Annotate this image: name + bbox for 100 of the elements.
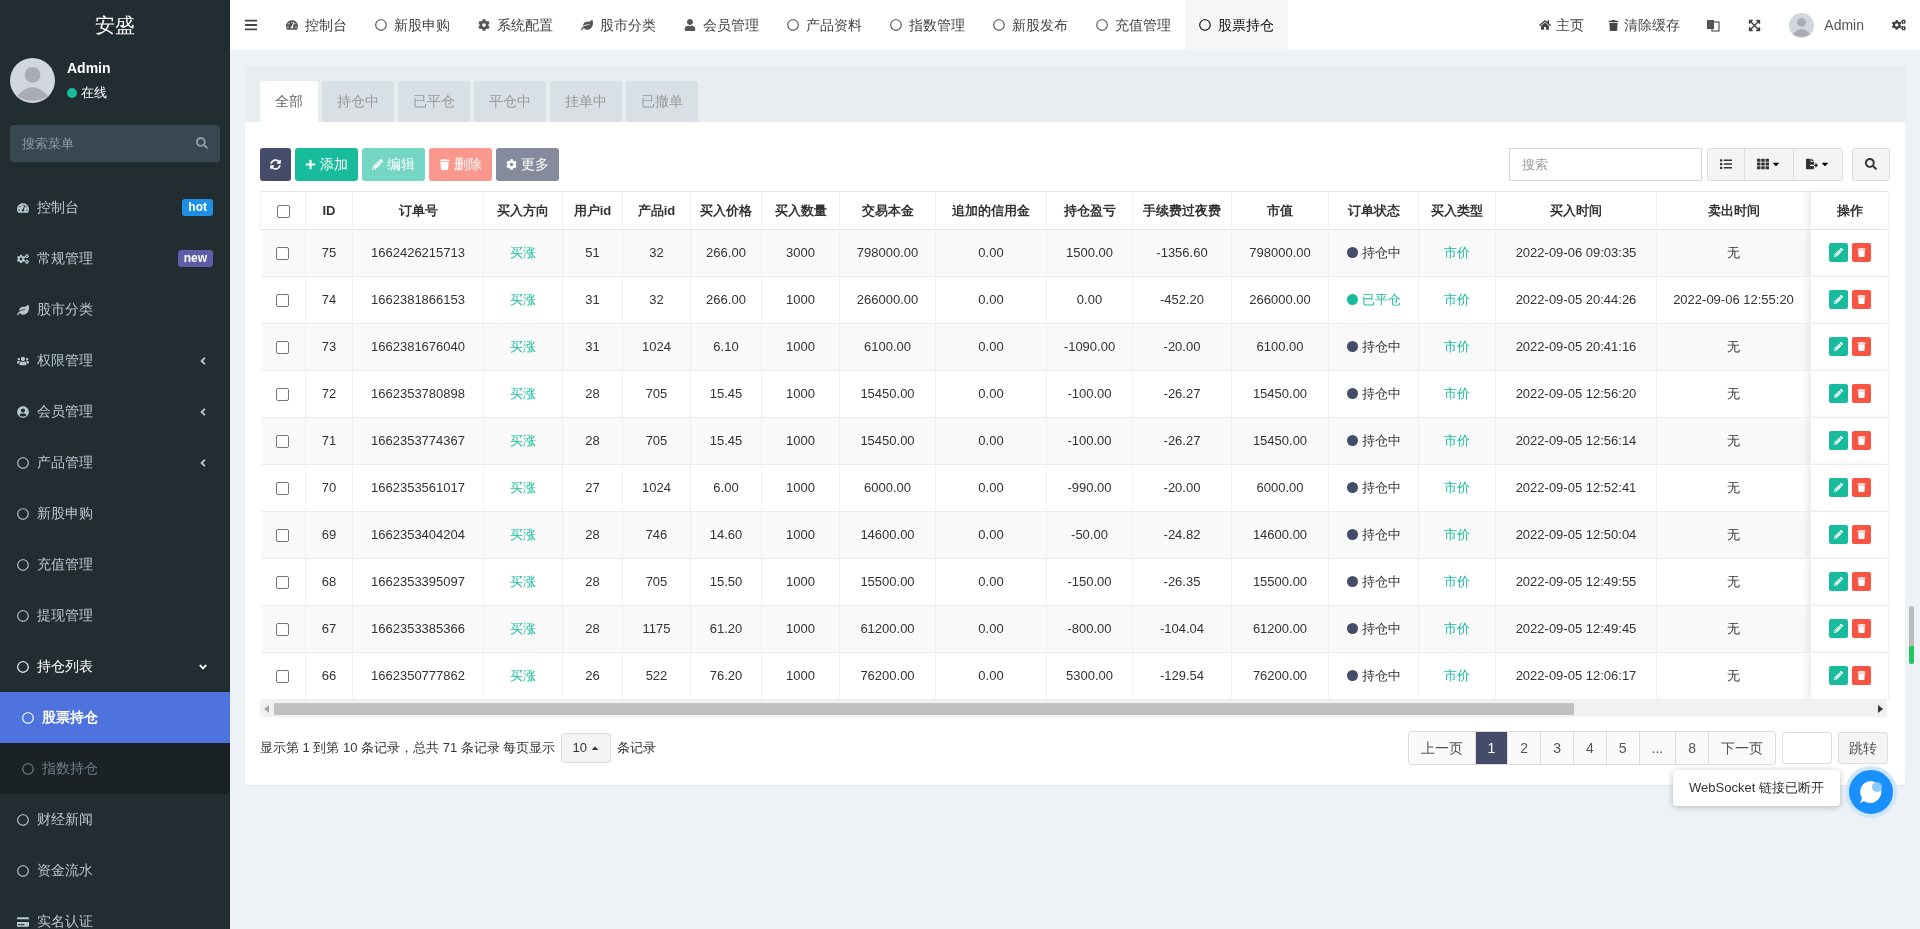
row-delete-button[interactable]	[1851, 478, 1871, 498]
row-edit-button[interactable]	[1828, 478, 1848, 498]
row-edit-button[interactable]	[1828, 525, 1848, 545]
row-edit-button[interactable]	[1828, 243, 1848, 263]
column-header[interactable]: 用户id	[573, 202, 612, 218]
row-edit-button[interactable]	[1828, 384, 1848, 404]
menu-item[interactable]: 新股申购	[0, 488, 230, 539]
column-header[interactable]: 交易本金	[861, 202, 914, 218]
row-delete-button[interactable]	[1851, 337, 1871, 357]
column-header[interactable]: 买入方向	[497, 202, 549, 218]
pencil-icon	[1833, 248, 1843, 258]
table-search-field[interactable]: 搜索	[1509, 147, 1702, 181]
row-edit-button[interactable]	[1828, 666, 1848, 686]
column-header[interactable]: 卖出时间	[1707, 202, 1760, 218]
row-delete-button[interactable]	[1851, 431, 1871, 451]
page-button[interactable]: 2	[1508, 732, 1542, 764]
row-delete-button[interactable]	[1851, 666, 1871, 686]
page-button[interactable]: 8	[1676, 732, 1709, 764]
row-edit-button[interactable]	[1828, 290, 1848, 310]
search-button[interactable]	[1852, 147, 1890, 181]
nav-tab[interactable]: 产品资料	[773, 0, 876, 50]
menu-item[interactable]: 提现管理	[0, 590, 230, 641]
row-checkbox[interactable]	[276, 204, 290, 218]
next-page-button[interactable]: 下一页	[1709, 732, 1775, 764]
status-text: 持仓中	[1361, 337, 1401, 356]
page-size-dropdown[interactable]: 10	[561, 733, 611, 763]
menu-item[interactable]: 会员管理	[0, 386, 230, 437]
row-delete-button[interactable]	[1851, 619, 1871, 639]
menu-item[interactable]: 常规管理 new	[0, 233, 230, 284]
row-delete-button[interactable]	[1851, 243, 1871, 263]
column-header[interactable]: 买入价格	[700, 202, 752, 218]
submenu-item[interactable]: 指数持仓	[0, 743, 230, 794]
header-link[interactable]: 主页	[1527, 14, 1597, 36]
row-checkbox[interactable]	[276, 670, 290, 684]
nav-tab[interactable]: 系统配置	[464, 0, 567, 50]
page-jump-field[interactable]	[1782, 732, 1832, 764]
row-delete-button[interactable]	[1851, 290, 1871, 310]
row-edit-button[interactable]	[1828, 431, 1848, 451]
row-checkbox[interactable]	[276, 435, 290, 449]
column-header[interactable]: 持仓盈亏	[1063, 202, 1116, 218]
jump-button[interactable]: 跳转	[1838, 732, 1888, 764]
menu-item[interactable]: 实名认证	[0, 896, 230, 929]
nav-tab[interactable]: 股票持仓	[1185, 0, 1288, 50]
page-button[interactable]: ...	[1639, 732, 1677, 764]
row-checkbox[interactable]	[276, 529, 290, 543]
row-checkbox[interactable]	[276, 576, 290, 590]
filter-tab[interactable]: 全部	[260, 81, 318, 122]
column-header[interactable]: 手续费过夜费	[1143, 202, 1221, 218]
header-user-name[interactable]: Admin	[1824, 14, 1864, 36]
page-button[interactable]: 4	[1573, 732, 1607, 764]
menu-item[interactable]: 资金流水	[0, 845, 230, 896]
page-button[interactable]: 5	[1606, 732, 1640, 764]
menu-item[interactable]: 充值管理	[0, 539, 230, 590]
column-header[interactable]: 买入时间	[1550, 202, 1602, 218]
row-checkbox[interactable]	[276, 341, 290, 355]
column-header[interactable]: 追加的信用金	[952, 202, 1030, 218]
table-cell: 2022-09-05 12:56:14	[1515, 433, 1637, 449]
row-edit-button[interactable]	[1828, 572, 1848, 592]
nav-tab[interactable]: 控制台	[272, 0, 361, 50]
nav-tab[interactable]: 新股发布	[979, 0, 1082, 50]
page-scrollbar[interactable]	[1909, 606, 1914, 664]
row-edit-button[interactable]	[1828, 337, 1848, 357]
horizontal-scrollbar[interactable]	[260, 700, 1887, 717]
column-header[interactable]: 产品id	[637, 202, 676, 218]
table-cell: 1662350777862	[371, 668, 465, 684]
column-header[interactable]: 订单号	[398, 202, 438, 218]
row-delete-button[interactable]	[1851, 572, 1871, 592]
header-link[interactable]: 清除缓存	[1596, 14, 1693, 36]
row-delete-button[interactable]	[1851, 384, 1871, 404]
nav-tab[interactable]: 充值管理	[1082, 0, 1185, 50]
table-cell: 31	[585, 339, 600, 355]
refresh-button[interactable]	[260, 147, 291, 181]
menu-item[interactable]: 股市分类	[0, 284, 230, 335]
menu-search-field[interactable]: 搜索菜单	[10, 125, 220, 162]
row-checkbox[interactable]	[276, 247, 290, 261]
row-checkbox[interactable]	[276, 388, 290, 402]
nav-tab[interactable]: 会员管理	[670, 0, 773, 50]
column-header[interactable]: ID	[322, 202, 336, 218]
column-header[interactable]: 订单状态	[1347, 202, 1400, 218]
menu-item[interactable]: 持仓列表	[0, 641, 230, 692]
menu-item[interactable]: 控制台 hot	[0, 182, 230, 233]
row-checkbox[interactable]	[276, 482, 290, 496]
column-header[interactable]: 买入数量	[774, 202, 827, 218]
row-delete-button[interactable]	[1851, 525, 1871, 545]
menu-item[interactable]: 权限管理	[0, 335, 230, 386]
menu-item[interactable]: 财经新闻	[0, 794, 230, 845]
column-header[interactable]: 操作	[1836, 202, 1863, 218]
nav-tab[interactable]: 股市分类	[567, 0, 670, 50]
menu-item[interactable]: 产品管理	[0, 437, 230, 488]
page-button[interactable]: 3	[1541, 732, 1574, 764]
prev-page-button[interactable]: 上一页	[1408, 732, 1476, 764]
page-button[interactable]: 1	[1475, 732, 1509, 764]
column-header[interactable]: 市值	[1267, 202, 1293, 218]
submenu-item[interactable]: 股票持仓	[0, 692, 230, 743]
row-checkbox[interactable]	[276, 623, 290, 637]
column-header[interactable]: 买入类型	[1431, 202, 1483, 218]
row-edit-button[interactable]	[1828, 619, 1848, 639]
row-checkbox[interactable]	[276, 294, 290, 308]
nav-tab[interactable]: 新股申购	[361, 0, 464, 50]
nav-tab[interactable]: 指数管理	[876, 0, 979, 50]
